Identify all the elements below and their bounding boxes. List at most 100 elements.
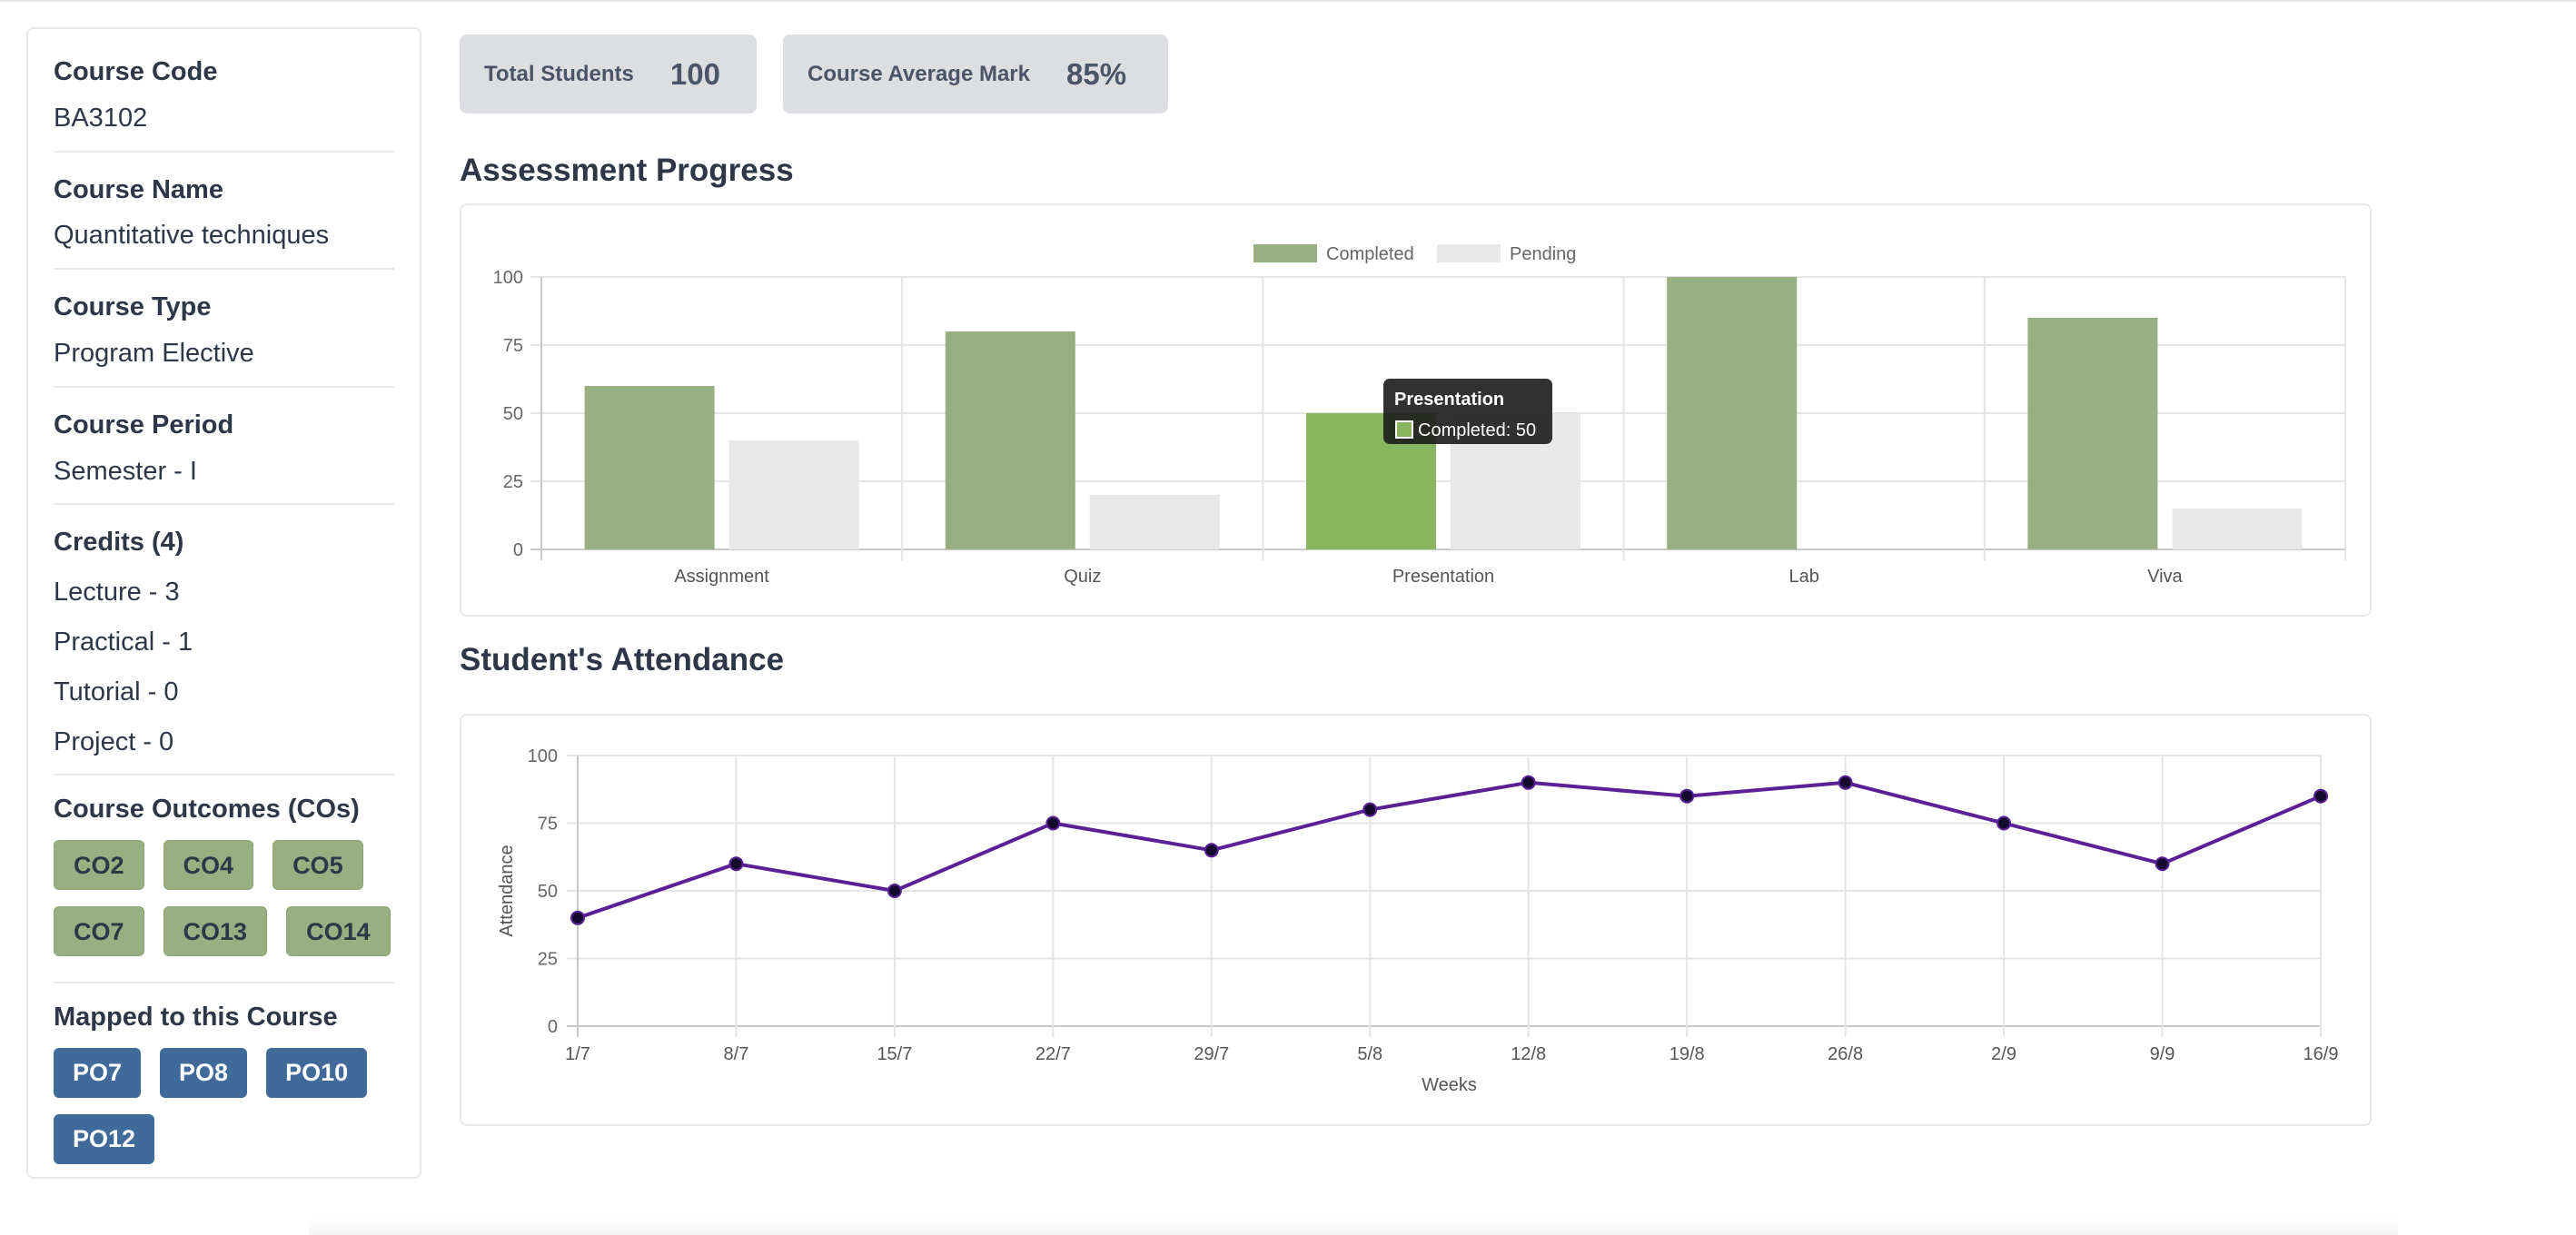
x-tick-label: 8/7 bbox=[724, 1044, 749, 1064]
x-tick-label: 15/7 bbox=[877, 1044, 912, 1064]
assessment-progress-title: Assessment Progress bbox=[460, 153, 794, 188]
bottom-fade bbox=[309, 1217, 2398, 1235]
po-chip[interactable]: PO7 bbox=[54, 1047, 142, 1098]
y-axis-title: Attendance bbox=[497, 845, 517, 936]
attendance-chart-panel: 100 75 50 25 0 1/7 8/7 15/7 22/7 29/7 5/8 12/8 19/8 2… bbox=[460, 714, 2372, 1126]
course-period-field: Course Period Semester - I bbox=[54, 410, 394, 506]
course-name-label: Course Name bbox=[54, 174, 223, 204]
credits-label: Credits (4) bbox=[54, 528, 184, 558]
bar-completed bbox=[1667, 277, 1798, 549]
legend-label-completed: Completed bbox=[1326, 244, 1414, 264]
x-tick-label: 29/7 bbox=[1194, 1044, 1229, 1064]
course-info-sidebar: Course Code BA3102 Course Name Quantitat… bbox=[26, 27, 421, 1179]
course-name-value: Quantitative techniques bbox=[54, 221, 330, 251]
po-chip[interactable]: PO12 bbox=[54, 1113, 155, 1164]
attendance-point bbox=[570, 910, 585, 925]
bar-pending bbox=[2172, 509, 2303, 549]
x-tick-label: 19/8 bbox=[1669, 1044, 1705, 1064]
y-tick-label: 100 bbox=[528, 746, 558, 766]
bar-pending bbox=[728, 440, 859, 549]
po-chip[interactable]: PO10 bbox=[266, 1047, 368, 1098]
y-tick-label: 75 bbox=[538, 815, 558, 835]
y-tick-label: 75 bbox=[503, 336, 523, 356]
x-tick-label: 5/8 bbox=[1357, 1044, 1382, 1064]
y-tick-label: 25 bbox=[503, 472, 523, 492]
legend-swatch-completed bbox=[1253, 244, 1317, 262]
x-tick-label: 26/8 bbox=[1828, 1044, 1863, 1064]
bar-completed bbox=[584, 386, 715, 549]
x-tick-label: Quiz bbox=[1064, 567, 1101, 587]
credit-project: Project - 0 bbox=[54, 726, 174, 756]
y-tick-label: 50 bbox=[503, 404, 523, 424]
attendance-point bbox=[1362, 802, 1378, 817]
co-chip[interactable]: CO14 bbox=[286, 906, 391, 957]
credit-lecture: Lecture - 3 bbox=[54, 578, 180, 608]
co-chip[interactable]: CO4 bbox=[163, 840, 254, 891]
x-tick-label: Viva bbox=[2147, 567, 2183, 587]
attendance-point bbox=[1521, 775, 1536, 790]
attendance-line bbox=[577, 780, 2322, 920]
x-tick-label: 9/9 bbox=[2150, 1044, 2175, 1064]
attendance-point bbox=[1204, 843, 1219, 858]
bar-pending bbox=[1089, 495, 1220, 549]
course-type-label: Course Type bbox=[54, 292, 212, 322]
course-code-field: Course Code BA3102 bbox=[54, 56, 394, 153]
course-outcomes-label: Course Outcomes (COs) bbox=[54, 795, 360, 825]
x-axis-title: Weeks bbox=[1422, 1075, 1477, 1095]
total-students-label: Total Students bbox=[484, 61, 634, 86]
y-tick-label: 100 bbox=[493, 268, 523, 288]
course-code-label: Course Code bbox=[54, 57, 218, 86]
chart-tooltip: Presentation Completed: 50 bbox=[1383, 379, 1552, 444]
course-outcomes-field: Course Outcomes (COs) CO2 CO4 CO5 CO7 CO… bbox=[54, 794, 394, 984]
total-students-card: Total Students 100 bbox=[460, 35, 757, 114]
y-tick-label: 25 bbox=[538, 950, 558, 970]
course-type-value: Program Elective bbox=[54, 338, 254, 368]
y-tick-label: 0 bbox=[513, 540, 523, 560]
y-tick-label: 50 bbox=[538, 882, 558, 902]
attendance-point bbox=[2313, 788, 2328, 804]
co-chip-list: CO2 CO4 CO5 CO7 CO13 CO14 bbox=[54, 840, 394, 957]
course-code-value: BA3102 bbox=[54, 103, 148, 133]
course-period-value: Semester - I bbox=[54, 456, 197, 486]
x-tick-label: Lab bbox=[1789, 567, 1819, 587]
assessment-bar-chart[interactable]: 100 75 50 25 0 Assignment Quiz Presentation Lab V… bbox=[461, 205, 2370, 615]
attendance-point bbox=[1838, 775, 1853, 790]
mapped-pos-label: Mapped to this Course bbox=[54, 1003, 338, 1032]
attendance-point bbox=[728, 856, 744, 872]
average-mark-label: Course Average Mark bbox=[807, 61, 1030, 86]
legend-label-pending: Pending bbox=[1510, 244, 1576, 264]
attendance-point bbox=[1045, 815, 1061, 831]
co-chip[interactable]: CO13 bbox=[163, 906, 268, 957]
po-chip[interactable]: PO8 bbox=[160, 1047, 248, 1098]
co-chip[interactable]: CO7 bbox=[54, 906, 144, 957]
x-tick-label: 1/7 bbox=[565, 1044, 590, 1064]
attendance-point bbox=[887, 884, 902, 898]
bar-completed bbox=[2027, 318, 2158, 549]
mapped-pos-field: Mapped to this Course PO7 PO8 PO10 PO12 bbox=[54, 1002, 394, 1164]
y-tick-label: 0 bbox=[548, 1017, 558, 1037]
x-tick-label: 2/9 bbox=[1991, 1044, 2016, 1064]
attendance-line-chart[interactable]: 100 75 50 25 0 1/7 8/7 15/7 22/7 29/7 5/8 12/8 19/8 2… bbox=[461, 716, 2370, 1124]
co-chip[interactable]: CO5 bbox=[272, 840, 363, 891]
course-name-field: Course Name Quantitative techniques bbox=[54, 174, 394, 271]
attendance-point bbox=[2155, 856, 2170, 872]
legend-swatch-pending bbox=[1437, 244, 1501, 262]
x-tick-label: Presentation bbox=[1392, 567, 1494, 587]
x-tick-label: 22/7 bbox=[1035, 1044, 1071, 1064]
average-mark-card: Course Average Mark 85% bbox=[783, 35, 1168, 114]
po-chip-list: PO7 PO8 PO10 PO12 bbox=[54, 1047, 394, 1164]
x-tick-label: 16/9 bbox=[2304, 1044, 2339, 1064]
attendance-point bbox=[1679, 788, 1695, 804]
x-tick-label: Assignment bbox=[674, 567, 769, 587]
credit-tutorial: Tutorial - 0 bbox=[54, 677, 179, 706]
total-students-value: 100 bbox=[669, 56, 720, 91]
tooltip-value: Completed: 50 bbox=[1418, 420, 1536, 440]
attendance-point bbox=[1996, 815, 2012, 831]
co-chip[interactable]: CO2 bbox=[54, 840, 144, 891]
course-type-field: Course Type Program Elective bbox=[54, 291, 394, 388]
credits-field: Credits (4) Lecture - 3 Practical - 1 Tu… bbox=[54, 527, 394, 776]
average-mark-value: 85% bbox=[1066, 56, 1127, 91]
top-border bbox=[0, 0, 2576, 2]
tooltip-title: Presentation bbox=[1394, 390, 1504, 410]
credit-practical: Practical - 1 bbox=[54, 627, 193, 657]
